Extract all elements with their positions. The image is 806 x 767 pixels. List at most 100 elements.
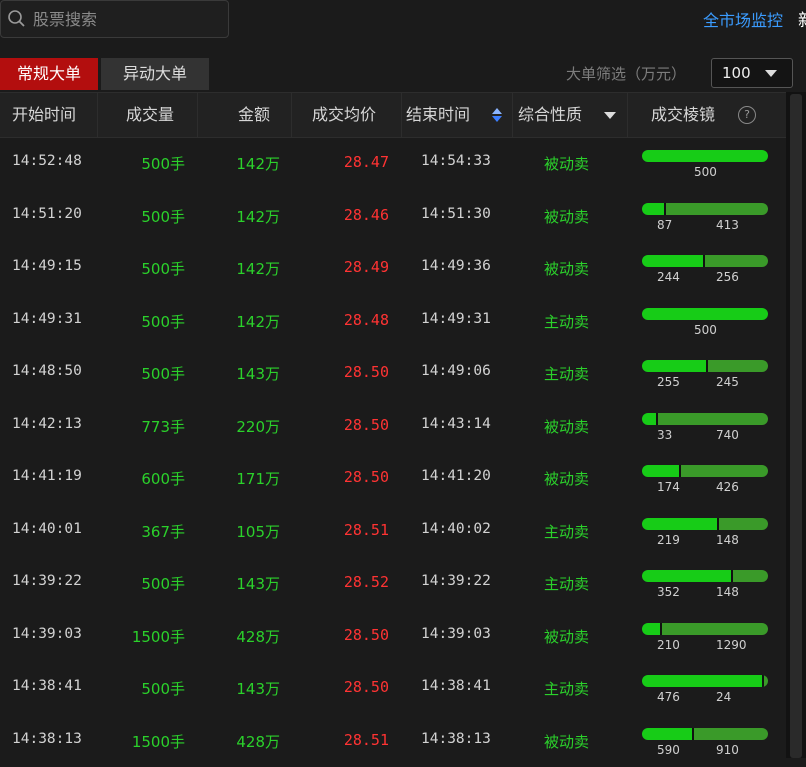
table-row[interactable]: 14:38:41500手143万28.5014:38:41主动卖47624 — [0, 662, 786, 715]
header-avg-price[interactable]: 成交均价 — [292, 93, 402, 137]
header-end-time[interactable]: 结束时间 — [402, 93, 513, 137]
prism-segment-passive — [692, 728, 768, 740]
prism-segment-active — [642, 203, 664, 215]
header-nature[interactable]: 综合性质 — [513, 93, 628, 137]
filter-amount-select[interactable]: 100 — [711, 58, 793, 88]
cell-volume: 500手 — [141, 206, 185, 227]
scrollbar[interactable] — [786, 92, 806, 758]
cell-amount: 142万 — [236, 206, 280, 227]
prism-bar — [642, 623, 768, 635]
cell-end-time: 14:40:02 — [421, 521, 491, 537]
cell-end-time: 14:49:06 — [421, 363, 491, 379]
cell-start-time: 14:49:31 — [12, 311, 82, 327]
cell-avg-price: 28.48 — [344, 311, 389, 329]
cell-nature: 主动卖 — [544, 311, 589, 332]
prism-value-active: 255 — [657, 375, 680, 389]
cell-end-time: 14:41:20 — [421, 468, 491, 484]
stock-search-box[interactable] — [0, 0, 229, 38]
help-icon[interactable]: ? — [738, 106, 756, 124]
filter-value: 100 — [722, 64, 751, 82]
header-start-time[interactable]: 开始时间 — [0, 93, 98, 137]
prism-segment-passive — [679, 465, 768, 477]
table-row[interactable]: 14:49:31500手142万28.4814:49:31主动卖500 — [0, 295, 786, 348]
table-row[interactable]: 14:48:50500手143万28.5014:49:06主动卖255245 — [0, 347, 786, 400]
chevron-down-icon — [765, 70, 777, 77]
table-row[interactable]: 14:51:20500手142万28.4614:51:30被动卖87413 — [0, 190, 786, 243]
prism-value-passive: 256 — [716, 270, 739, 284]
prism-value-active: 590 — [657, 743, 680, 757]
cell-start-time: 14:51:20 — [12, 206, 82, 222]
cell-start-time: 14:38:41 — [12, 678, 82, 694]
cell-avg-price: 28.47 — [344, 153, 389, 171]
prism-bar — [642, 675, 768, 687]
table-row[interactable]: 14:40:01367手105万28.5114:40:02主动卖219148 — [0, 505, 786, 558]
cell-volume: 500手 — [141, 258, 185, 279]
table-row[interactable]: 14:49:15500手142万28.4914:49:36被动卖244256 — [0, 242, 786, 295]
cell-avg-price: 28.50 — [344, 416, 389, 434]
prism-value-passive: 426 — [716, 480, 739, 494]
cell-amount: 142万 — [236, 311, 280, 332]
dropdown-icon[interactable] — [604, 112, 616, 119]
scrollbar-thumb[interactable] — [790, 94, 802, 758]
header-nature-label: 综合性质 — [518, 105, 582, 124]
cell-amount: 428万 — [236, 626, 280, 647]
prism-segment-active — [642, 465, 679, 477]
sort-icon[interactable] — [492, 108, 502, 122]
table-row[interactable]: 14:41:19600手171万28.5014:41:20被动卖174426 — [0, 452, 786, 505]
prism-segment-active — [642, 308, 768, 320]
cell-nature: 主动卖 — [544, 521, 589, 542]
prism-segment-passive — [703, 255, 768, 267]
cell-end-time: 14:38:41 — [421, 678, 491, 694]
big-order-table-body: 14:52:48500手142万28.4714:54:33被动卖50014:51… — [0, 137, 786, 767]
cell-avg-price: 28.50 — [344, 363, 389, 381]
tab-abnormal-orders[interactable]: 异动大单 — [101, 58, 209, 90]
truncated-menu-text[interactable]: 新 — [798, 6, 806, 30]
prism-segment-passive — [660, 623, 768, 635]
cell-volume: 1500手 — [132, 731, 185, 752]
cell-volume: 1500手 — [132, 626, 185, 647]
cell-start-time: 14:48:50 — [12, 363, 82, 379]
prism-segment-active — [642, 623, 660, 635]
cell-start-time: 14:52:48 — [12, 153, 82, 169]
cell-volume: 500手 — [141, 153, 185, 174]
prism-value-passive: 148 — [716, 533, 739, 547]
cell-volume: 500手 — [141, 573, 185, 594]
prism-bar — [642, 465, 768, 477]
market-monitor-link[interactable]: 全市场监控 — [703, 7, 783, 31]
cell-nature: 被动卖 — [544, 416, 589, 437]
prism-segment-active — [642, 728, 692, 740]
prism-value-passive: 413 — [716, 218, 739, 232]
header-prism[interactable]: 成交棱镜 ? — [628, 93, 786, 137]
header-volume[interactable]: 成交量 — [98, 93, 198, 137]
prism-segment-active — [642, 675, 762, 687]
prism-segment-passive — [762, 675, 768, 687]
prism-segment-active — [642, 255, 703, 267]
cell-end-time: 14:49:36 — [421, 258, 491, 274]
search-input[interactable] — [31, 9, 215, 30]
prism-bar — [642, 308, 768, 320]
header-amount[interactable]: 金额 — [198, 93, 292, 137]
table-row[interactable]: 14:39:22500手143万28.5214:39:22主动卖352148 — [0, 557, 786, 610]
prism-value-passive: 1290 — [716, 638, 747, 652]
cell-start-time: 14:39:22 — [12, 573, 82, 589]
cell-nature: 被动卖 — [544, 731, 589, 752]
prism-value: 500 — [694, 323, 717, 337]
table-row[interactable]: 14:39:031500手428万28.5014:39:03被动卖2101290 — [0, 610, 786, 663]
table-header: 开始时间 成交量 金额 成交均价 结束时间 综合性质 成交棱镜 ? — [0, 92, 786, 138]
prism-segment-active — [642, 570, 731, 582]
prism-bar — [642, 203, 768, 215]
cell-nature: 被动卖 — [544, 206, 589, 227]
header-end-time-label: 结束时间 — [406, 105, 470, 124]
prism-bar — [642, 255, 768, 267]
prism-bar — [642, 360, 768, 372]
cell-volume: 500手 — [141, 311, 185, 332]
table-row[interactable]: 14:38:131500手428万28.5114:38:13被动卖590910 — [0, 715, 786, 767]
cell-amount: 143万 — [236, 573, 280, 594]
table-row[interactable]: 14:52:48500手142万28.4714:54:33被动卖500 — [0, 137, 786, 190]
cell-nature: 主动卖 — [544, 678, 589, 699]
cell-avg-price: 28.49 — [344, 258, 389, 276]
tab-regular-orders[interactable]: 常规大单 — [0, 58, 98, 90]
cell-start-time: 14:39:03 — [12, 626, 82, 642]
cell-volume: 500手 — [141, 363, 185, 384]
table-row[interactable]: 14:42:13773手220万28.5014:43:14被动卖33740 — [0, 400, 786, 453]
